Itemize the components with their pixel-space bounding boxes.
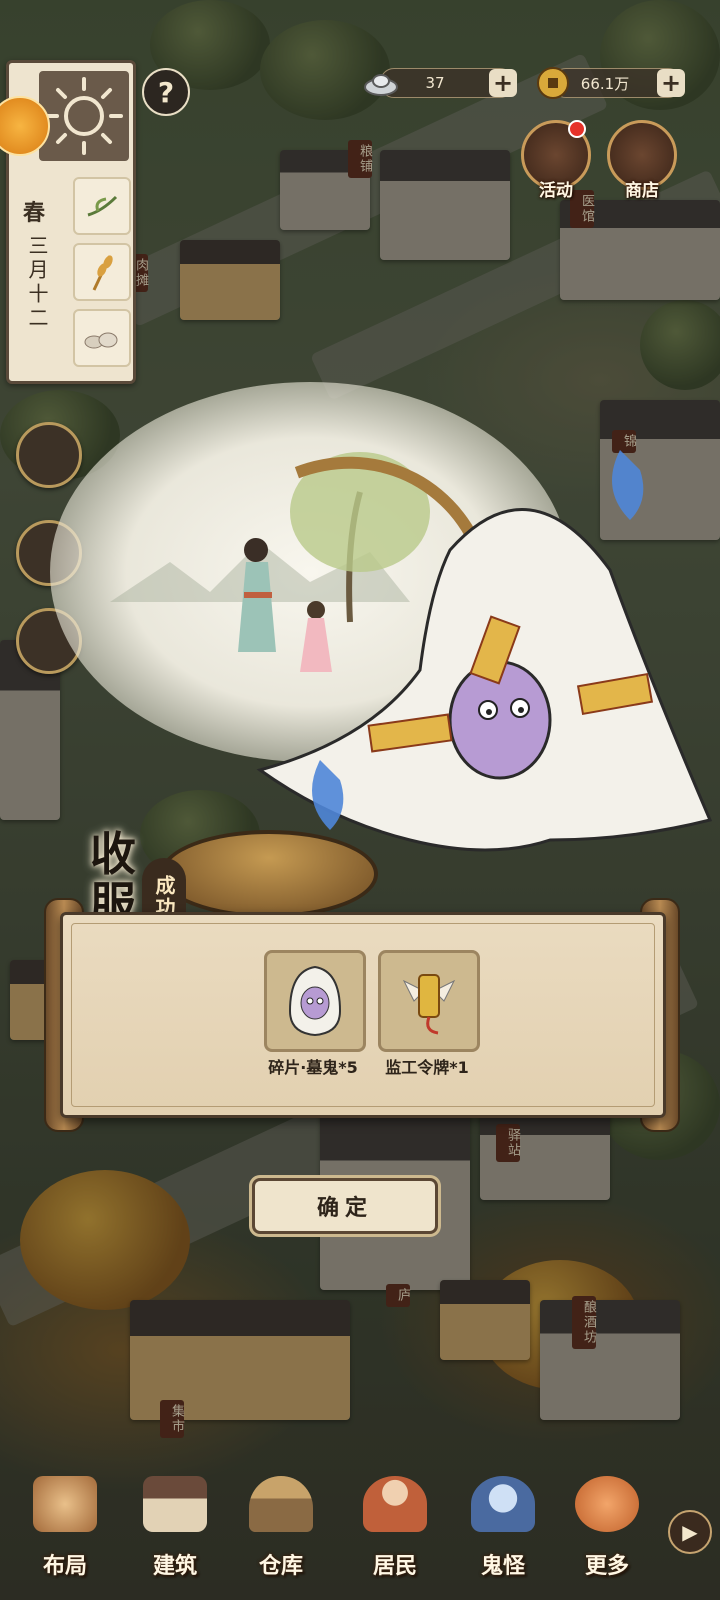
building-icon <box>143 1476 207 1532</box>
ghost-icon <box>471 1476 535 1532</box>
reward-label-token: 监工令牌*1 <box>385 1058 469 1077</box>
season-label: 春 <box>23 200 46 226</box>
crop-slot-stones[interactable] <box>73 309 131 367</box>
resident-icon <box>363 1476 427 1532</box>
nav-more[interactable]: 更多 <box>562 1470 652 1590</box>
weather-sun-icon <box>39 71 129 161</box>
silver-add-button[interactable]: + <box>489 69 517 97</box>
confirm-button[interactable]: 确定 <box>252 1178 438 1234</box>
shop-button[interactable]: 商店 <box>602 120 682 210</box>
silver-resource: 37 + <box>364 68 517 98</box>
nav-next-arrow-icon[interactable]: ▶ <box>668 1510 712 1554</box>
coin-add-button[interactable]: + <box>657 69 685 97</box>
nav-ghosts-label: 鬼怪 <box>480 1553 525 1579</box>
tomb-ghost-character <box>250 420 720 920</box>
ghost-fragment-icon <box>288 965 342 1037</box>
nav-ghosts[interactable]: 鬼怪 <box>458 1470 548 1590</box>
nav-building[interactable]: 建筑 <box>130 1470 220 1590</box>
silver-ingot-icon <box>364 74 398 96</box>
stones-icon <box>84 332 118 349</box>
activity-label: 活动 <box>539 181 573 201</box>
coin-resource: 66.1万 + <box>537 67 685 99</box>
layout-icon <box>33 1476 97 1532</box>
crop-slot-wheat[interactable] <box>73 243 131 301</box>
shop-label: 商店 <box>625 181 659 201</box>
activity-notification-dot <box>568 120 586 138</box>
date-label: 三月十二 <box>25 235 49 331</box>
wheat-icon <box>92 255 113 291</box>
nav-more-label: 更多 <box>584 1553 629 1579</box>
nav-layout-label: 布局 <box>42 1553 87 1579</box>
more-icon <box>575 1476 639 1532</box>
reward-item-token[interactable] <box>378 950 480 1052</box>
sprout-icon <box>87 195 118 217</box>
reward-item-ghost-fragment[interactable] <box>264 950 366 1052</box>
reward-label-ghost-fragment: 碎片·墓鬼*5 <box>268 1058 358 1077</box>
supervisor-token-icon <box>402 974 456 1035</box>
warehouse-icon <box>249 1476 313 1532</box>
nav-residents-label: 居民 <box>372 1553 417 1579</box>
nav-warehouse[interactable]: 仓库 <box>236 1470 326 1590</box>
coin-icon <box>537 67 569 99</box>
help-button[interactable]: ? <box>142 68 190 116</box>
nav-residents[interactable]: 居民 <box>350 1470 440 1590</box>
crop-slot-sprout[interactable] <box>73 177 131 235</box>
nav-warehouse-label: 仓库 <box>258 1553 303 1579</box>
nav-building-label: 建筑 <box>152 1553 197 1579</box>
activity-button[interactable]: 活动 <box>516 120 596 210</box>
nav-layout[interactable]: 布局 <box>20 1470 110 1590</box>
